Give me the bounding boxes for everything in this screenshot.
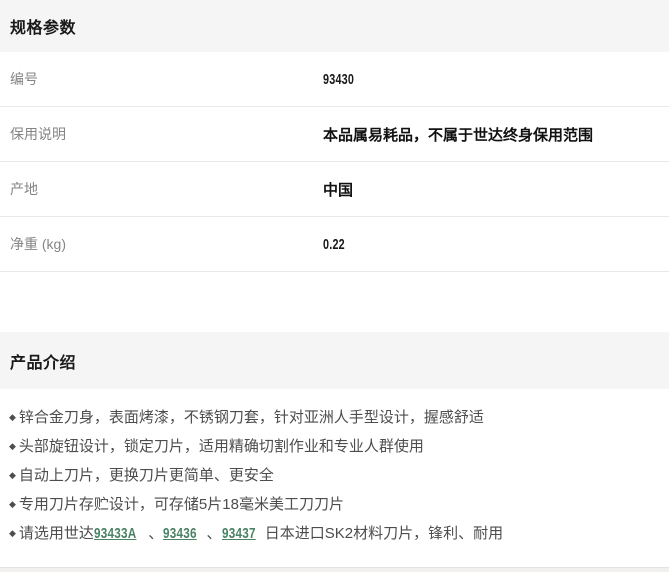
blade-link-93437[interactable]: 93437	[222, 520, 256, 548]
spec-label-warranty-note: 保用说明	[10, 124, 323, 144]
feature-item-blade-recommendation: ◆请选用世达93433A、93436、93437日本进口SK2材料刀片，锋利、耐…	[9, 519, 659, 548]
spec-row-model-number: 编号 93430	[0, 52, 669, 107]
spec-section-header: 规格参数	[0, 0, 669, 52]
link-separator: 、	[207, 525, 222, 542]
blade-link-93433A[interactable]: 93433A	[94, 520, 136, 548]
diamond-bullet-icon: ◆	[9, 412, 16, 422]
spec-row-net-weight: 净重 (kg) 0.22	[0, 217, 669, 272]
spec-section: 规格参数 编号 93430 保用说明 本品属易耗品，不属于世达终身保用范围 产地…	[0, 0, 669, 272]
diamond-bullet-icon: ◆	[9, 528, 16, 538]
intro-section-header: 产品介绍	[0, 332, 669, 389]
feature-text: 头部旋钮设计，锁定刀片，适用精确切割作业和专业人群使用	[19, 438, 424, 455]
diamond-bullet-icon: ◆	[9, 499, 16, 509]
spec-value-net-weight: 0.22	[323, 236, 345, 253]
spec-row-origin: 产地 中国	[0, 162, 669, 217]
intro-section-title: 产品介绍	[10, 349, 76, 373]
spec-label-net-weight: 净重 (kg)	[10, 234, 323, 254]
spec-row-warranty-note: 保用说明 本品属易耗品，不属于世达终身保用范围	[0, 107, 669, 162]
next-section-divider	[0, 567, 669, 572]
feature-item-auto-load: ◆自动上刀片，更换刀片更简单、更安全	[9, 461, 659, 490]
blade-link-93436[interactable]: 93436	[163, 520, 197, 548]
spec-label-origin: 产地	[10, 179, 323, 199]
feature-text: 专用刀片存贮设计，可存储5片18毫米美工刀刀片	[19, 496, 344, 513]
spec-value-model-number: 93430	[323, 71, 354, 88]
feature-text-prefix: 请选用世达	[19, 525, 94, 542]
spec-value-warranty-note: 本品属易耗品，不属于世达终身保用范围	[323, 124, 593, 145]
feature-text: 锌合金刀身，表面烤漆，不锈钢刀套，针对亚洲人手型设计，握感舒适	[19, 409, 484, 426]
diamond-bullet-icon: ◆	[9, 470, 16, 480]
product-detail-page: 规格参数 编号 93430 保用说明 本品属易耗品，不属于世达终身保用范围 产地…	[0, 0, 669, 572]
intro-section: 产品介绍 ◆锌合金刀身，表面烤漆，不锈钢刀套，针对亚洲人手型设计，握感舒适 ◆头…	[0, 332, 669, 567]
feature-item-body: ◆锌合金刀身，表面烤漆，不锈钢刀套，针对亚洲人手型设计，握感舒适	[9, 403, 659, 432]
spec-table: 编号 93430 保用说明 本品属易耗品，不属于世达终身保用范围 产地 中国 净…	[0, 52, 669, 272]
feature-list: ◆锌合金刀身，表面烤漆，不锈钢刀套，针对亚洲人手型设计，握感舒适 ◆头部旋钮设计…	[0, 389, 669, 567]
diamond-bullet-icon: ◆	[9, 441, 16, 451]
link-separator: 、	[148, 525, 163, 542]
spec-label-model-number: 编号	[10, 69, 323, 89]
feature-text-suffix: 日本进口SK2材料刀片，锋利、耐用	[265, 525, 503, 542]
feature-item-storage: ◆专用刀片存贮设计，可存储5片18毫米美工刀刀片	[9, 490, 659, 519]
feature-item-knob: ◆头部旋钮设计，锁定刀片，适用精确切割作业和专业人群使用	[9, 432, 659, 461]
spec-section-title: 规格参数	[10, 14, 76, 38]
spec-value-origin: 中国	[323, 179, 353, 200]
feature-text: 自动上刀片，更换刀片更简单、更安全	[19, 467, 274, 484]
